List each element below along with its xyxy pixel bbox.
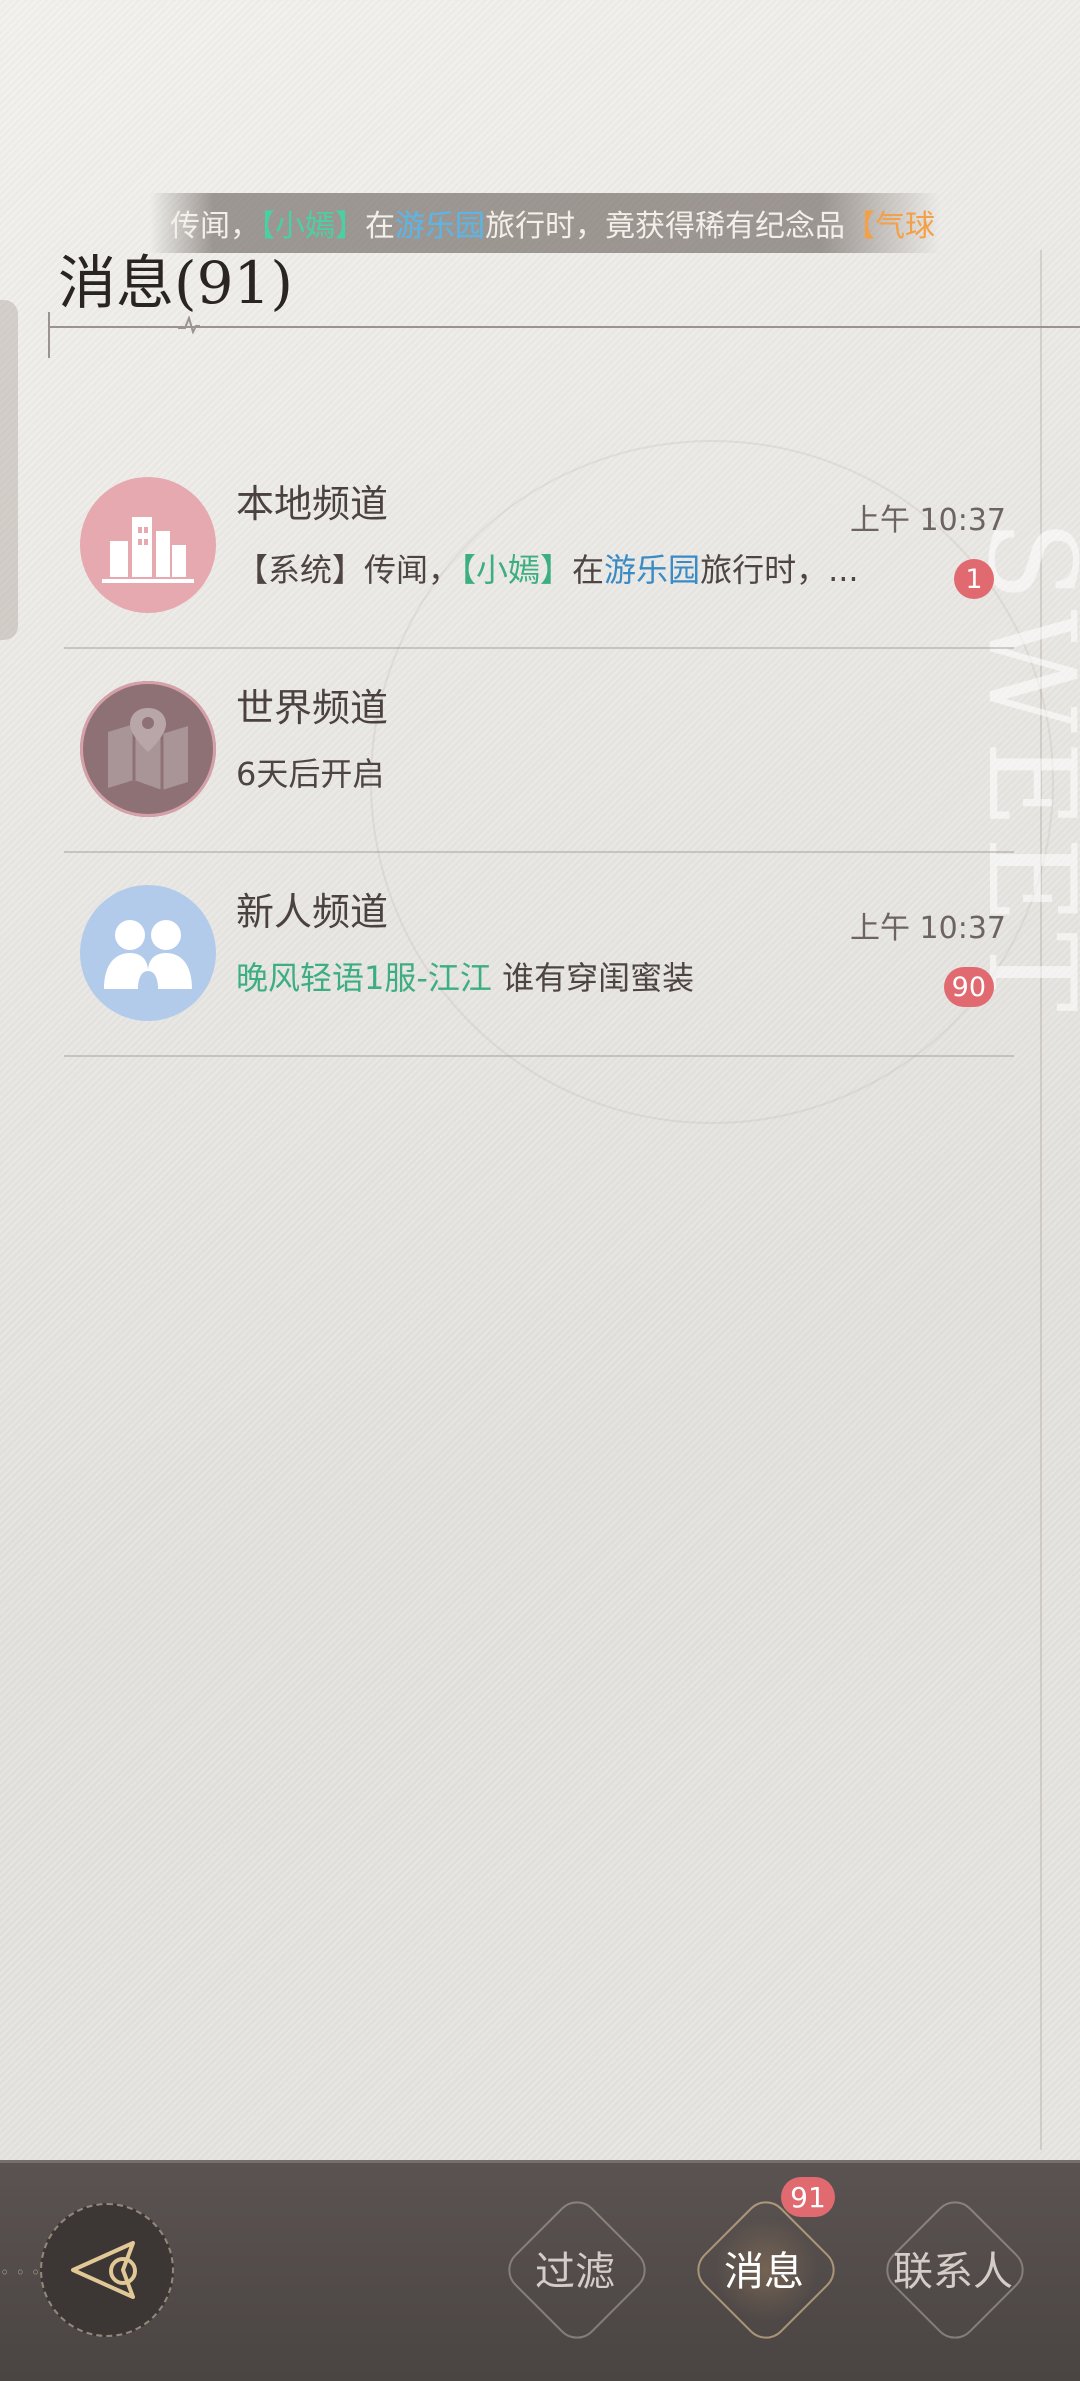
background-texture <box>0 0 1080 2378</box>
channel-item-newbie[interactable]: 新人频道 晚风轻语1服-江江 谁有穿闺蜜装 上午 10:37 90 <box>64 853 1014 1057</box>
channel-time: 上午 10:37 <box>850 503 1006 538</box>
tab-messages[interactable]: 消息 91 <box>688 2177 844 2348</box>
channel-preview: 【系统】传闻，【小嫣】在游乐园旅行时，... <box>236 545 859 591</box>
side-drawer-handle[interactable] <box>0 300 18 640</box>
back-button[interactable] <box>40 2203 174 2337</box>
channel-time: 上午 10:37 <box>850 911 1006 946</box>
preview-player: 【小嫣】 <box>460 551 573 589</box>
back-arrow-icon <box>71 2241 137 2299</box>
page-title: 消息(91) <box>58 249 294 317</box>
channel-item-local[interactable]: 本地频道 【系统】传闻，【小嫣】在游乐园旅行时，... 上午 10:37 1 <box>64 445 1014 649</box>
channel-name: 本地频道 <box>236 482 389 526</box>
preview-mid: 在 <box>572 551 605 589</box>
tab-contacts-label: 联系人 <box>893 2249 1013 2295</box>
tab-filter-label: 过滤 <box>535 2249 615 2295</box>
tab-messages-label: 消息 <box>724 2249 804 2295</box>
channel-name: 新人频道 <box>236 890 389 934</box>
background-vertical-line <box>1040 250 1042 2150</box>
channel-list: 本地频道 【系统】传闻，【小嫣】在游乐园旅行时，... 上午 10:37 1 世… <box>64 445 1014 1057</box>
broadcast-item: 【气球 <box>845 209 935 244</box>
tab-filter[interactable]: 过滤 <box>499 2192 655 2348</box>
channel-preview: 晚风轻语1服-江江 谁有穿闺蜜装 <box>236 953 694 999</box>
preview-suffix: 旅行时，... <box>700 551 859 589</box>
city-buildings-icon <box>102 517 194 583</box>
preview-sender: 晚风轻语1服-江江 <box>236 959 492 997</box>
broadcast-mid2: 旅行时，竟获得稀有纪念品 <box>485 209 845 244</box>
unread-badge: 90 <box>943 967 994 1007</box>
title-divider-tick <box>48 312 50 358</box>
channel-item-world[interactable]: 世界频道 6天后开启 <box>64 649 1014 853</box>
unread-badge: 1 <box>954 559 994 599</box>
channel-name: 世界频道 <box>236 686 389 730</box>
preview-text: 谁有穿闺蜜装 <box>491 959 695 997</box>
tab-messages-badge: 91 <box>781 2177 835 2217</box>
preview-prefix: 【系统】传闻， <box>236 551 461 589</box>
title-divider <box>50 326 1080 328</box>
bottom-nav-bar: ◦◦◦ 过滤 消息 91 联系人 <box>0 2160 1080 2381</box>
broadcast-mid1: 在 <box>365 209 395 244</box>
preview-place: 游乐园 <box>604 551 701 589</box>
tab-contacts[interactable]: 联系人 <box>877 2192 1033 2348</box>
channel-avatar-local <box>80 477 216 613</box>
channel-avatar-world <box>80 681 216 817</box>
channel-preview: 6天后开启 <box>236 755 385 793</box>
map-pin-icon <box>108 708 188 790</box>
title-divider-spike <box>178 316 200 334</box>
broadcast-place: 游乐园 <box>395 209 485 244</box>
channel-avatar-newbie <box>80 885 216 1021</box>
two-people-icon <box>104 920 192 989</box>
